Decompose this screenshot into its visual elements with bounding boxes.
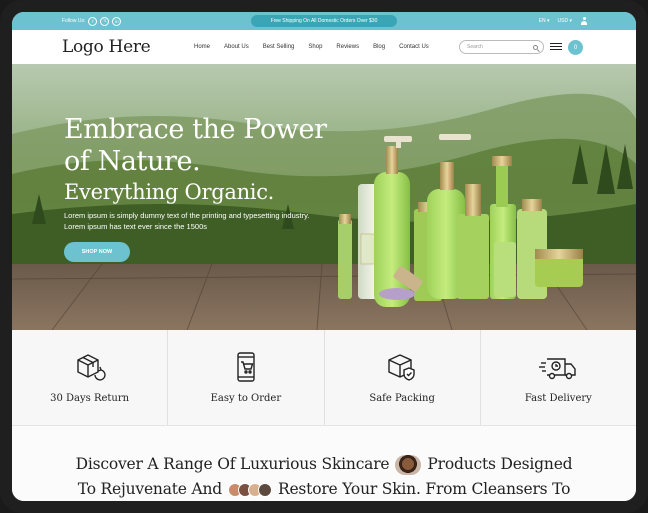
follow-label: Follow Us: <box>62 18 86 24</box>
hero-title-line1: Embrace the Power <box>64 114 327 145</box>
model-photo <box>395 454 422 475</box>
hero-banner: Embrace the Power of Nature. Everything … <box>12 64 636 330</box>
language-select[interactable]: EN ▾ <box>539 18 550 24</box>
feature-30-days-return: 30 Days Return <box>12 330 169 425</box>
hero-text: Embrace the Power of Nature. Everything … <box>64 114 327 262</box>
cart-button[interactable]: 0 <box>568 40 583 55</box>
hero-description: Lorem ipsum is simply dummy text of the … <box>64 211 310 231</box>
currency-select[interactable]: USD ▾ <box>558 18 572 24</box>
features-strip: 30 Days Return Easy to Order Safe Packin… <box>12 330 636 426</box>
user-icon[interactable] <box>580 17 588 25</box>
nav-item-contact[interactable]: Contact Us <box>399 44 429 50</box>
delivery-truck-icon <box>539 358 577 380</box>
top-right-controls: EN ▾ USD ▾ <box>539 12 588 30</box>
intro-line-1: Discover A Range Of Luxurious Skincare P… <box>12 452 636 477</box>
x-icon[interactable]: 𝕏 <box>100 16 110 26</box>
return-box-icon <box>76 354 106 381</box>
search-placeholder: Search <box>467 44 483 50</box>
nav-item-shop[interactable]: Shop <box>308 44 322 50</box>
feature-label: Fast Delivery <box>524 393 592 404</box>
hero-subtitle: Everything Organic. <box>64 180 275 204</box>
logo[interactable]: Logo Here <box>62 37 151 57</box>
mobile-cart-icon <box>237 352 255 382</box>
nav-item-reviews[interactable]: Reviews <box>336 44 359 50</box>
facebook-icon[interactable]: f <box>88 16 98 26</box>
intro-text: To Rejuvenate And <box>77 480 222 498</box>
follow-us: Follow Us: f 𝕏 in <box>62 16 122 26</box>
main-header: Logo Here Home About Us Best Selling Sho… <box>12 30 636 64</box>
linkedin-icon[interactable]: in <box>112 16 122 26</box>
intro-text: Products Designed <box>427 455 573 473</box>
browser-screen: Follow Us: f 𝕏 in Free Shipping On All D… <box>12 12 636 501</box>
customer-avatars <box>227 482 272 497</box>
shield-box-icon <box>388 354 415 381</box>
nav-item-blog[interactable]: Blog <box>373 44 385 50</box>
device-frame: Follow Us: f 𝕏 in Free Shipping On All D… <box>0 0 648 513</box>
intro-text: Restore Your Skin. From Cleansers To <box>277 480 571 498</box>
hero-title-line2: of Nature. <box>64 146 201 177</box>
feature-label: Easy to Order <box>210 393 282 404</box>
feature-label: Safe Packing <box>369 393 435 404</box>
shop-now-button[interactable]: SHOP NOW <box>64 242 130 262</box>
feature-easy-to-order: Easy to Order <box>168 330 325 425</box>
top-bar: Follow Us: f 𝕏 in Free Shipping On All D… <box>12 12 636 30</box>
intro-section: Discover A Range Of Luxurious Skincare P… <box>12 426 636 501</box>
main-nav: Home About Us Best Selling Shop Reviews … <box>194 30 429 64</box>
feature-safe-packing: Safe Packing <box>325 330 481 425</box>
search-icon[interactable] <box>533 44 538 50</box>
feature-label: 30 Days Return <box>50 393 130 404</box>
menu-icon[interactable] <box>550 43 562 51</box>
nav-item-home[interactable]: Home <box>194 44 210 50</box>
search-input[interactable]: Search <box>459 40 544 54</box>
nav-item-about[interactable]: About Us <box>224 44 249 50</box>
promo-banner: Free Shipping On All Domestic Orders Ove… <box>251 15 397 27</box>
intro-text: Discover A Range Of Luxurious Skincare <box>75 455 390 473</box>
nav-item-best-selling[interactable]: Best Selling <box>263 44 295 50</box>
intro-line-2: To Rejuvenate And Restore Your Skin. Fro… <box>12 477 636 501</box>
feature-fast-delivery: Fast Delivery <box>481 330 636 425</box>
